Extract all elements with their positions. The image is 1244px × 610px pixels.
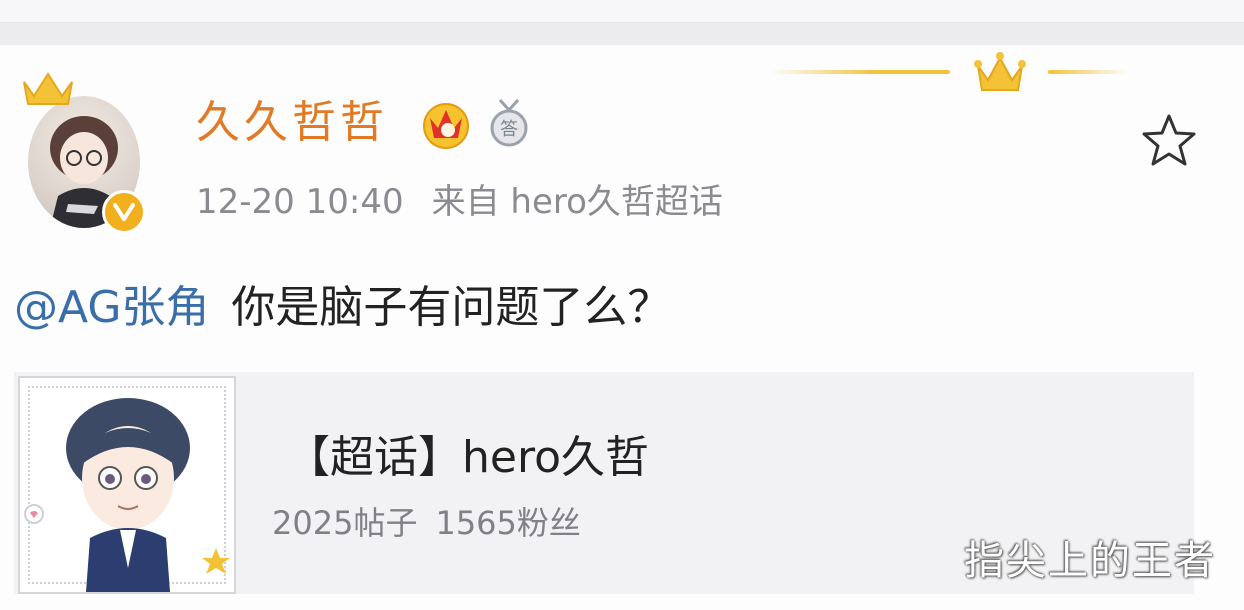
post-body: @AG张角 你是脑子有问题了么？ [14,280,671,336]
separator-band [0,23,1244,45]
decorative-line [770,70,950,74]
star-icon[interactable] [1138,110,1200,172]
crown-icon [974,52,1026,91]
top-bar [0,0,1244,23]
mention-link[interactable]: @AG张角 [14,282,209,333]
topic-avatar-illustration [24,398,230,592]
topic-stats: 2025帖子 1565粉丝 [272,502,581,544]
post-timestamp: 12-20 10:40 [196,182,404,222]
watermark: 指尖上的王者 [964,538,1216,584]
topic-thumbnail [18,376,236,594]
author-avatar[interactable] [18,72,146,234]
crown-icon [23,72,73,105]
topic-post-count: 2025帖子 [272,504,418,542]
svg-text:答: 答 [500,119,518,140]
post-source[interactable]: 来自 hero久哲超话 [432,182,723,222]
rank-medal-icon[interactable]: 答 [486,98,532,148]
topic-title: 【超话】hero久哲 [286,432,649,483]
topic-follower-count: 1565粉丝 [435,504,581,542]
author-name[interactable]: 久久哲哲 [196,96,388,150]
verified-icon [102,190,146,234]
decorative-line [1048,70,1128,74]
post-meta: 12-20 10:40 来自 hero久哲超话 [196,180,723,224]
vip-crown-badge-icon[interactable] [420,98,472,150]
post-text: 你是脑子有问题了么？ [231,282,672,333]
